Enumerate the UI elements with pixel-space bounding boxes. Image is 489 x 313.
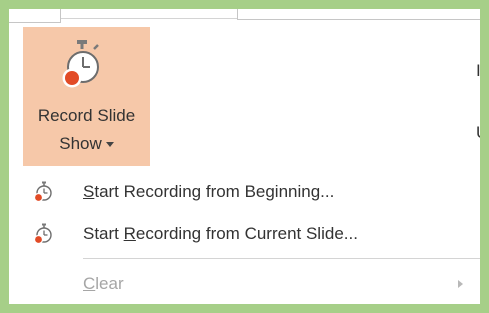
ribbon-tab-baseline: [61, 18, 239, 19]
ribbon-cut-label-bottom: U: [476, 123, 480, 143]
mnemonic-letter: R: [123, 224, 136, 243]
menu-item-clear[interactable]: Clear: [9, 266, 480, 302]
label-text-prefix: Start: [83, 224, 124, 243]
chevron-down-icon: [105, 142, 114, 148]
label-text: lear: [95, 274, 124, 293]
menu-item-label: Start Recording from Current Slide...: [83, 224, 358, 244]
ribbon-tab-edge-left: [9, 9, 61, 23]
menu-item-start-recording-current[interactable]: Start Recording from Current Slide...: [9, 216, 480, 252]
menu-item-start-recording-beginning[interactable]: Start Recording from Beginning...: [9, 174, 480, 210]
label-text: ecording from Current Slide...: [135, 224, 358, 243]
menu-item-label: Start Recording from Beginning...: [83, 182, 334, 202]
menu-separator: [83, 258, 480, 259]
menu-item-label: Clear: [83, 274, 124, 294]
ribbon-cut-label-top: I: [476, 61, 480, 80]
label-text: tart Recording from Beginning...: [94, 182, 335, 201]
stopwatch-record-icon: [62, 40, 99, 88]
chevron-right-icon: [458, 280, 463, 288]
stopwatch-record-icon: [33, 223, 52, 245]
record-slide-show-label-line1: Record Slide: [37, 106, 136, 125]
mnemonic-letter: S: [83, 182, 95, 201]
ribbon-tab-edge-right: [237, 9, 480, 20]
stopwatch-record-icon: [33, 181, 52, 203]
mnemonic-letter: C: [83, 274, 96, 293]
record-slide-show-label-text: Show: [59, 134, 102, 153]
record-slide-show-button[interactable]: Record Slide Show: [23, 27, 150, 166]
ribbon-panel: Record Slide Show I U Start Recording fr…: [9, 9, 480, 304]
record-slide-show-label-line2: Show: [23, 134, 150, 154]
